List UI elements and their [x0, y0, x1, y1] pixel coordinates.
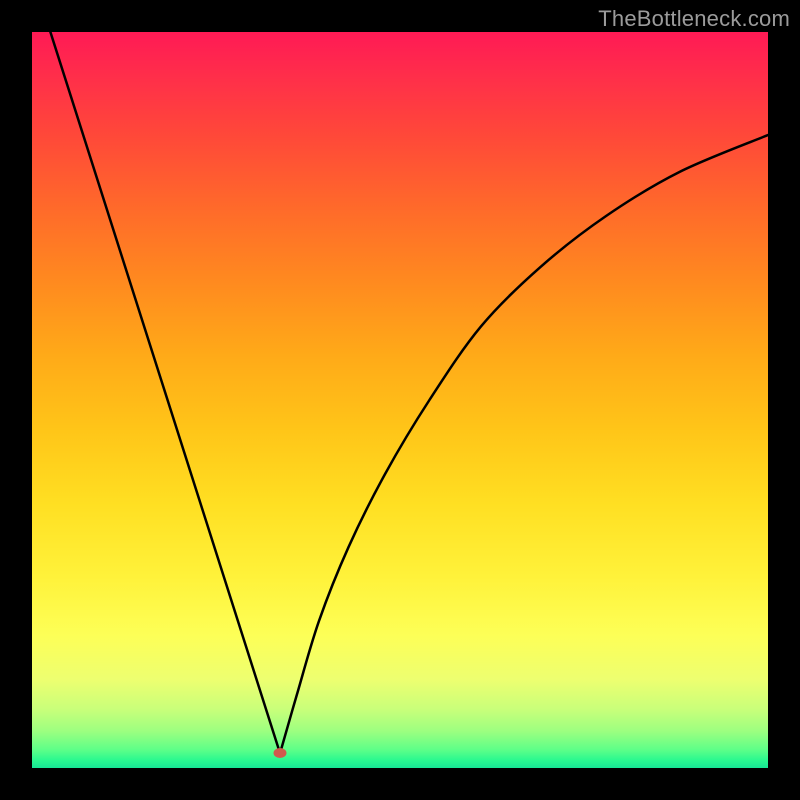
watermark-text: TheBottleneck.com: [598, 6, 790, 32]
chart-plot-area: [32, 32, 768, 768]
chart-minimum-marker-icon: [274, 748, 287, 758]
curve-left-branch: [50, 32, 280, 753]
chart-curve: [32, 32, 768, 768]
curve-right-branch: [280, 135, 768, 753]
chart-frame: TheBottleneck.com: [0, 0, 800, 800]
